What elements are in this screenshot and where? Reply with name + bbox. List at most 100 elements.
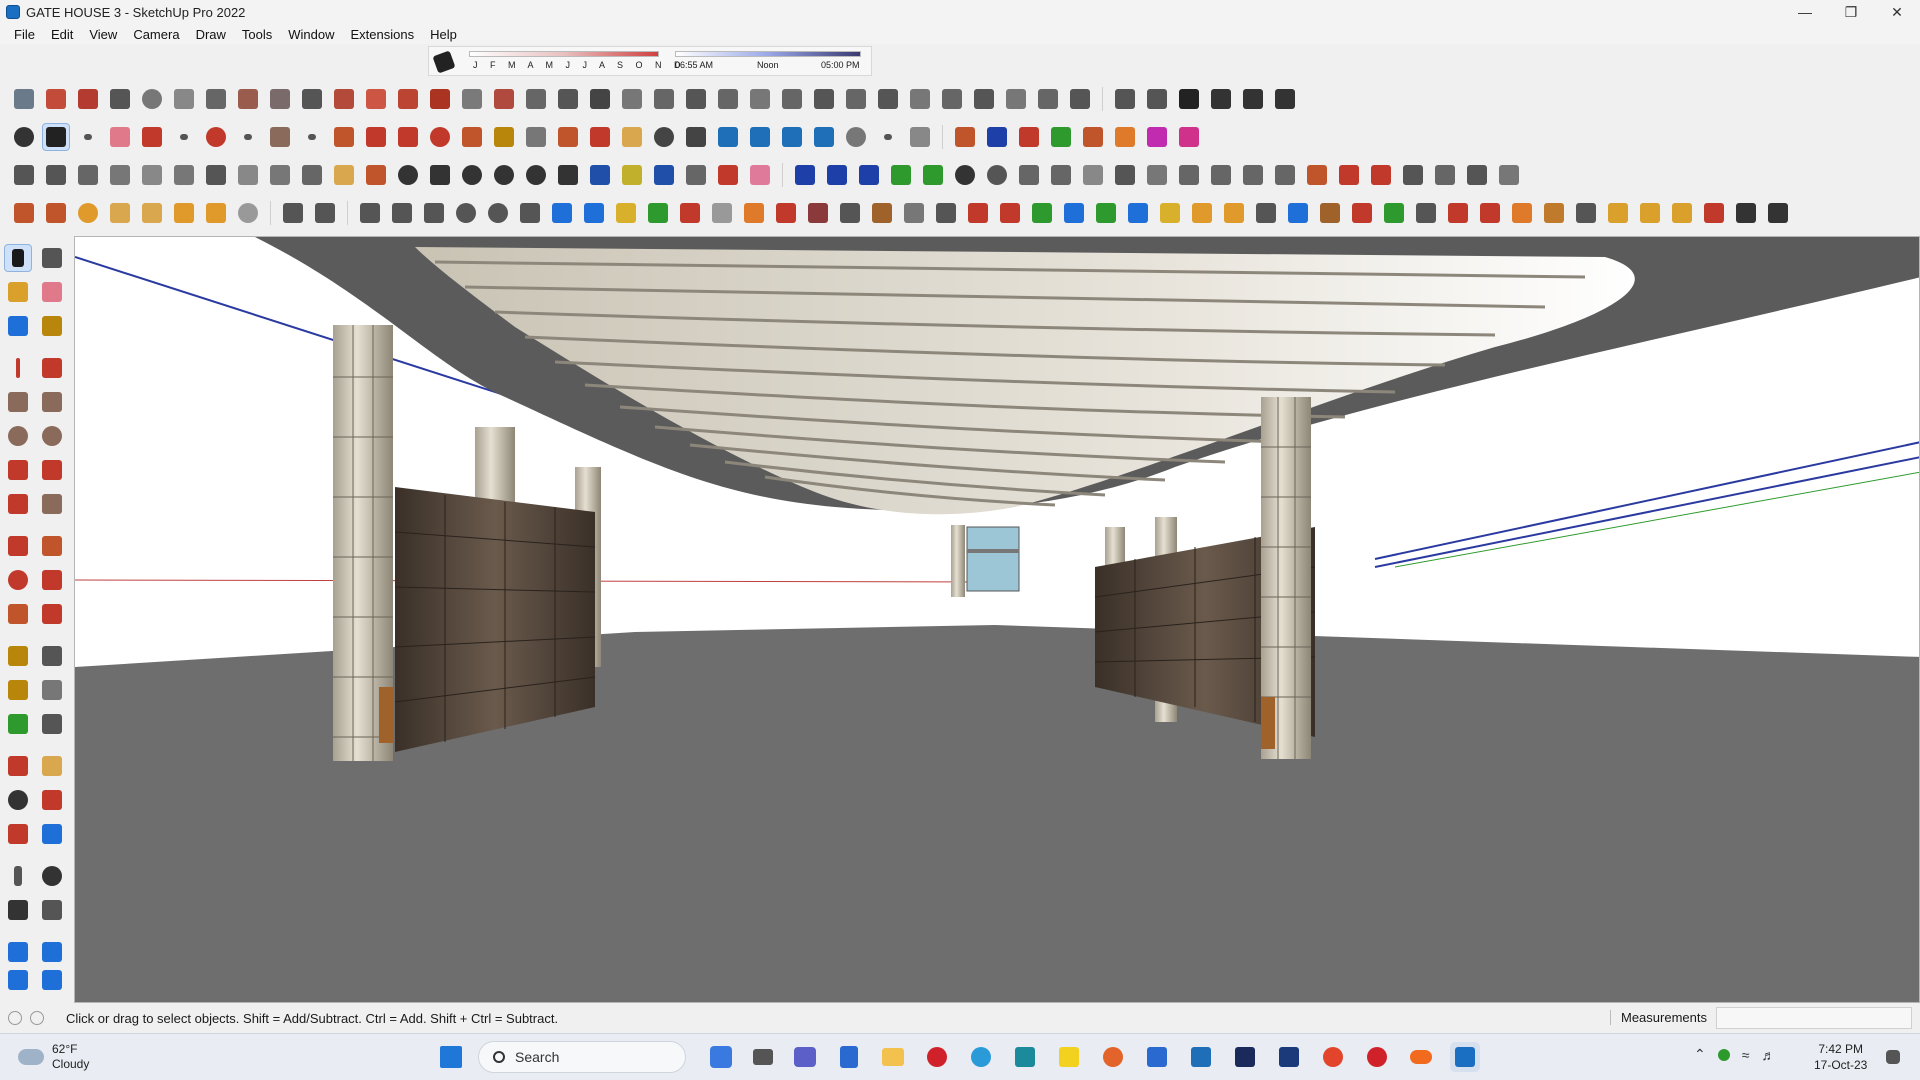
2pt-arc-tool-left[interactable] <box>38 456 66 484</box>
network-app-icon[interactable] <box>1717 1048 1730 1061</box>
red-square-icon[interactable] <box>772 199 800 227</box>
array-tool[interactable] <box>490 85 518 113</box>
arc-tool[interactable] <box>330 85 358 113</box>
rotated-rectangle-tool-left[interactable] <box>38 388 66 416</box>
sticky-notes-icon[interactable] <box>1054 1042 1084 1072</box>
pan-tool[interactable] <box>618 123 646 151</box>
extrude-icon[interactable] <box>1412 199 1440 227</box>
scatter-icon[interactable] <box>1700 199 1728 227</box>
3d-warehouse-icon[interactable] <box>714 123 742 151</box>
extrude-3-icon[interactable] <box>1476 199 1504 227</box>
orbit-tool[interactable] <box>586 123 614 151</box>
frame-icon[interactable] <box>1572 199 1600 227</box>
view-top-icon[interactable] <box>388 199 416 227</box>
copilot-icon[interactable] <box>706 1042 736 1072</box>
tag-tool-left[interactable] <box>38 312 66 340</box>
solid-trim-icon[interactable] <box>1047 123 1075 151</box>
shadow-toggle-icon[interactable] <box>432 50 456 74</box>
layout-icon[interactable] <box>778 123 806 151</box>
rectangle-dropdown-icon[interactable] <box>298 123 326 151</box>
menu-file[interactable]: File <box>6 27 43 42</box>
circle-tool-left[interactable] <box>4 422 32 450</box>
sweep-tool[interactable] <box>202 85 230 113</box>
truss-tool[interactable] <box>746 85 774 113</box>
wifi-icon[interactable]: ≈ <box>1742 1047 1750 1063</box>
arc-dropdown-icon[interactable] <box>234 123 262 151</box>
green-box-icon[interactable] <box>644 199 672 227</box>
calculator-icon[interactable] <box>834 1042 864 1072</box>
star-icon[interactable] <box>170 199 198 227</box>
warehouse-tool-left[interactable] <box>4 938 32 966</box>
scenes-icon[interactable] <box>1175 161 1203 189</box>
eraser-pink-tool[interactable] <box>746 161 774 189</box>
pan-hand-tool[interactable] <box>586 85 614 113</box>
arc-tool-2[interactable] <box>202 123 230 151</box>
extend-tool[interactable] <box>426 85 454 113</box>
rotate-tool-left[interactable] <box>4 566 32 594</box>
grid-tool[interactable] <box>522 85 550 113</box>
roof-tool[interactable] <box>714 85 742 113</box>
3pt-arc-tool-left[interactable] <box>4 490 32 518</box>
style-textured-icon[interactable] <box>1111 161 1139 189</box>
green-plus-icon[interactable] <box>1028 199 1056 227</box>
menu-camera[interactable]: Camera <box>125 27 187 42</box>
grid-yellow-icon[interactable] <box>1604 199 1632 227</box>
style-shaded-icon[interactable] <box>1079 161 1107 189</box>
view-right-icon[interactable] <box>452 199 480 227</box>
red-plus-icon[interactable] <box>996 199 1024 227</box>
pinterest-icon[interactable] <box>1362 1042 1392 1072</box>
sandbox-smoove-icon[interactable] <box>906 123 934 151</box>
extrude-2-icon[interactable] <box>1444 199 1472 227</box>
rectangle-tool-left[interactable] <box>4 388 32 416</box>
flip-edge-icon[interactable] <box>202 161 230 189</box>
circle-tool[interactable] <box>394 161 422 189</box>
smoove-icon[interactable] <box>74 161 102 189</box>
triangle-green-icon[interactable] <box>1092 199 1120 227</box>
terrain-2-icon[interactable] <box>919 161 947 189</box>
offset-tool-left[interactable] <box>38 600 66 628</box>
render-2-icon[interactable] <box>1399 161 1427 189</box>
push-pull-tool[interactable] <box>330 123 358 151</box>
stamp-icon[interactable] <box>106 161 134 189</box>
house-front-icon[interactable] <box>1207 85 1235 113</box>
fence-tool[interactable] <box>1034 85 1062 113</box>
select-tool[interactable] <box>42 123 70 151</box>
grid-icon[interactable] <box>234 161 262 189</box>
freehand-tool-left[interactable] <box>38 354 66 382</box>
shell-tool[interactable] <box>234 85 262 113</box>
pipe-icon[interactable] <box>900 199 928 227</box>
menu-window[interactable]: Window <box>280 27 342 42</box>
ellipse-tool[interactable] <box>490 161 518 189</box>
account-icon[interactable] <box>842 123 870 151</box>
taskbar-clock[interactable]: 7:42 PM 17-Oct-23 <box>1814 1041 1867 1073</box>
orange-curl-icon[interactable] <box>740 199 768 227</box>
zoom-tool-left[interactable] <box>4 786 32 814</box>
text-tool[interactable] <box>522 123 550 151</box>
measurements-input[interactable] <box>1716 1007 1912 1029</box>
component-cursor-icon[interactable] <box>516 199 544 227</box>
teams-icon[interactable] <box>790 1042 820 1072</box>
photoshop-icon[interactable] <box>1230 1042 1260 1072</box>
terrain-icon[interactable] <box>887 161 915 189</box>
t-shape-icon[interactable] <box>138 199 166 227</box>
blue-box-2-icon[interactable] <box>580 199 608 227</box>
blue-box-icon[interactable] <box>548 199 576 227</box>
circle-2-tool[interactable] <box>458 161 486 189</box>
close-button[interactable]: ✕ <box>1874 0 1920 24</box>
push-pull-tool-left[interactable] <box>38 532 66 560</box>
time-slider[interactable] <box>675 51 861 57</box>
triangle-blue-icon[interactable] <box>1124 199 1152 227</box>
warehouse-icon[interactable] <box>1111 85 1139 113</box>
axes-tool-left[interactable] <box>4 710 32 738</box>
dimension-tool-left[interactable] <box>38 642 66 670</box>
wall-tool[interactable] <box>938 85 966 113</box>
orbit-tool-left[interactable] <box>4 752 32 780</box>
menu-help[interactable]: Help <box>422 27 465 42</box>
materials-2-icon[interactable] <box>1335 161 1363 189</box>
telegram-icon[interactable] <box>966 1042 996 1072</box>
protractor-tool-left[interactable] <box>4 676 32 704</box>
house-outline-icon[interactable] <box>1239 85 1267 113</box>
cut-curve-tool[interactable] <box>106 85 134 113</box>
account-dropdown-icon[interactable] <box>874 123 902 151</box>
tape-measure-tool-left[interactable] <box>4 642 32 670</box>
